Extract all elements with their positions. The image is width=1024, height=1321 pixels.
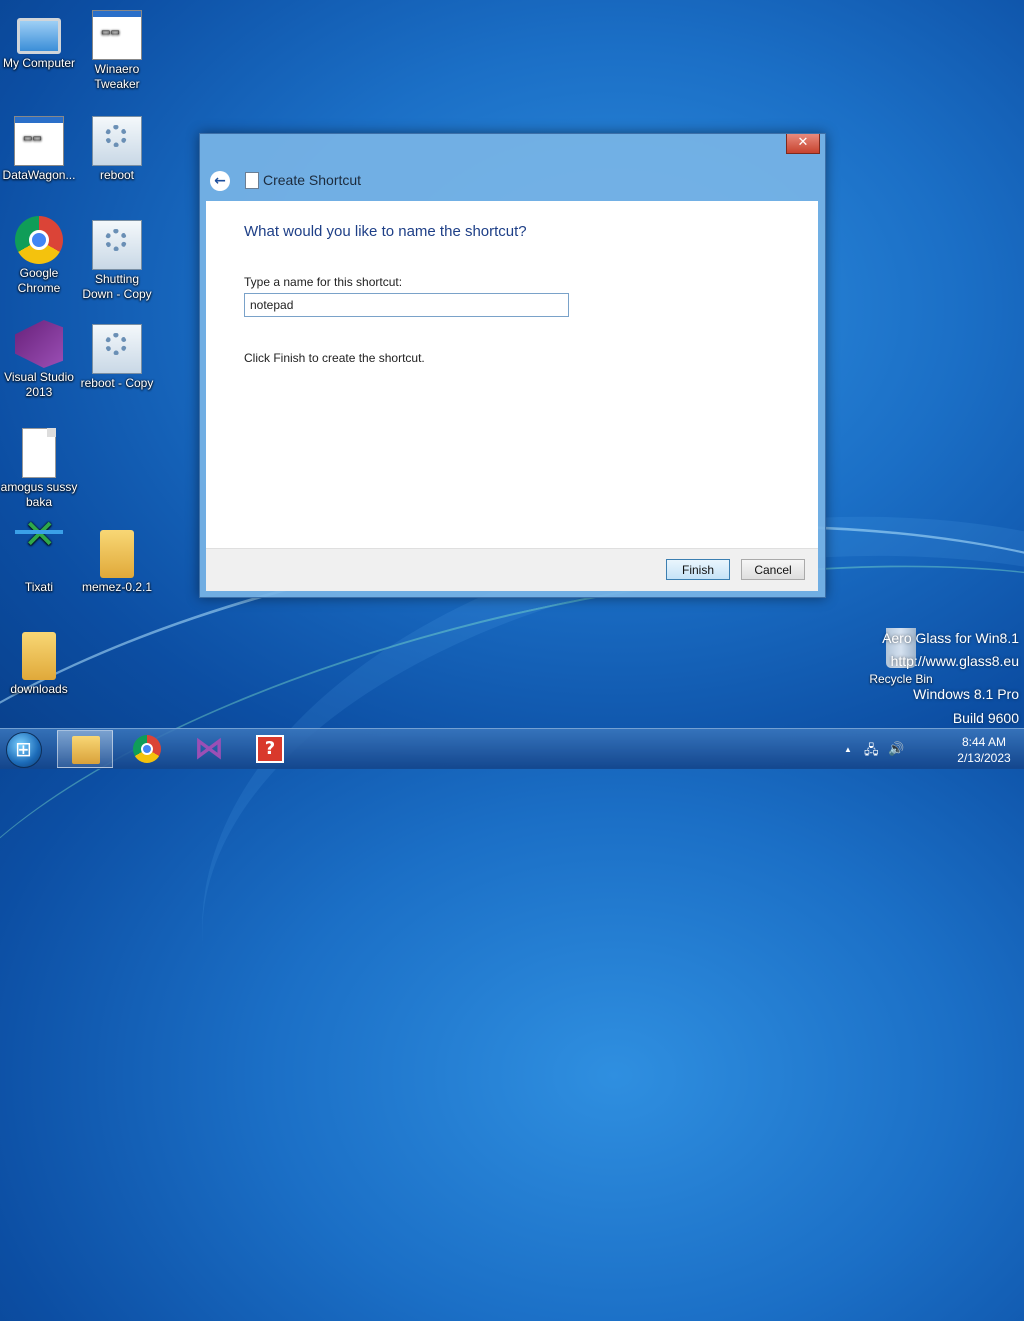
dialog-footer: Finish Cancel — [206, 548, 818, 591]
dialog-title: Create Shortcut — [263, 172, 362, 188]
help-icon: ? — [256, 735, 284, 763]
shortcut-name-input[interactable] — [244, 293, 569, 317]
watermark-line: http://www.glass8.eu — [890, 653, 1019, 669]
gear-script-icon — [92, 324, 142, 374]
finish-button[interactable]: Finish — [666, 559, 730, 580]
desktop-icon-visual-studio[interactable]: Visual Studio 2013 — [0, 320, 78, 400]
taskbar-file-explorer[interactable] — [57, 730, 113, 768]
close-button[interactable]: ✕ — [786, 134, 820, 154]
desktop-icon-label: Visual Studio 2013 — [4, 370, 74, 399]
taskbar-visual-studio[interactable]: ⋈ — [180, 730, 236, 768]
desktop-icon-label: reboot — [99, 168, 135, 182]
gear-script-icon — [92, 220, 142, 270]
desktop-icon-label: Tixati — [24, 580, 54, 594]
taskbar: ⋈ ? ▲ 🖧 🔊 8:44 AM 2/13/2023 — [0, 728, 1024, 769]
taskbar-google-chrome[interactable] — [119, 730, 175, 768]
desktop-icon-datawagon[interactable]: DataWagon... — [0, 116, 78, 183]
desktop-icon-reboot[interactable]: reboot — [78, 116, 156, 183]
desktop-icon-label: Google Chrome — [17, 266, 61, 295]
chrome-icon — [15, 216, 63, 264]
desktop-icon-label: amogus sussy baka — [0, 480, 78, 509]
dialog-header: ← Create Shortcut — [200, 158, 825, 201]
computer-icon — [17, 18, 61, 54]
desktop-icon-label: reboot - Copy — [80, 376, 154, 390]
network-icon[interactable]: 🖧 — [864, 741, 879, 763]
clock[interactable]: 8:44 AM 2/13/2023 — [954, 734, 1014, 766]
watermark-line: Build 9600 — [952, 710, 1019, 726]
visual-studio-icon: ⋈ — [194, 731, 224, 766]
watermark-line: Aero Glass for Win8.1 — [882, 630, 1019, 646]
watermark-line: Windows 8.1 Pro — [913, 686, 1019, 702]
app-icon — [92, 10, 142, 60]
start-button[interactable] — [6, 732, 42, 768]
cancel-button[interactable]: Cancel — [741, 559, 805, 580]
chrome-icon — [133, 735, 161, 763]
create-shortcut-dialog: ✕ ← Create Shortcut What would you like … — [199, 133, 826, 598]
app-icon — [14, 116, 64, 166]
desktop-icon-tixati[interactable]: Tixati — [0, 528, 78, 595]
folder-icon — [100, 530, 134, 578]
show-hidden-icons-icon[interactable]: ▲ — [844, 745, 852, 754]
desktop-icon-downloads[interactable]: downloads — [0, 632, 78, 697]
desktop-icon-shutting-down-copy[interactable]: Shutting Down - Copy — [78, 220, 156, 302]
gear-script-icon — [92, 116, 142, 166]
desktop-icon-my-computer[interactable]: My Computer — [0, 10, 78, 71]
desktop-icon-amogus[interactable]: amogus sussy baka — [0, 428, 78, 510]
desktop-icon-memez[interactable]: memez-0.2.1 — [78, 530, 156, 595]
taskbar-help[interactable]: ? — [242, 730, 298, 768]
desktop-icon-label: DataWagon... — [2, 168, 76, 182]
folder-icon — [22, 632, 56, 680]
finish-info-text: Click Finish to create the shortcut. — [244, 351, 425, 365]
desktop-icon-label: Winaero Tweaker — [94, 62, 140, 91]
desktop-icon-label: memez-0.2.1 — [81, 580, 153, 594]
desktop-icon-label: downloads — [10, 682, 68, 696]
volume-icon[interactable]: 🔊 — [888, 741, 904, 757]
desktop-icon-label: Recycle Bin — [869, 672, 933, 686]
clock-time: 8:44 AM — [961, 735, 1007, 749]
back-button[interactable]: ← — [210, 171, 230, 191]
system-tray: ▲ 🖧 🔊 8:44 AM 2/13/2023 — [844, 729, 1014, 769]
desktop-icon-label: My Computer — [2, 56, 76, 70]
shortcut-icon — [245, 172, 259, 189]
text-document-icon — [22, 428, 56, 478]
file-explorer-icon — [72, 736, 100, 764]
dialog-question: What would you like to name the shortcut… — [244, 223, 527, 240]
desktop-icon-reboot-copy[interactable]: reboot - Copy — [78, 324, 156, 391]
clock-date: 2/13/2023 — [957, 751, 1011, 765]
dialog-content: What would you like to name the shortcut… — [206, 201, 818, 548]
desktop-icon-google-chrome[interactable]: Google Chrome — [0, 216, 78, 296]
visual-studio-icon — [15, 320, 63, 368]
desktop-icon-winaero[interactable]: Winaero Tweaker — [78, 10, 156, 92]
desktop-icon-label: Shutting Down - Copy — [82, 272, 152, 301]
shortcut-name-label: Type a name for this shortcut: — [244, 275, 403, 289]
tixati-icon — [15, 528, 63, 578]
